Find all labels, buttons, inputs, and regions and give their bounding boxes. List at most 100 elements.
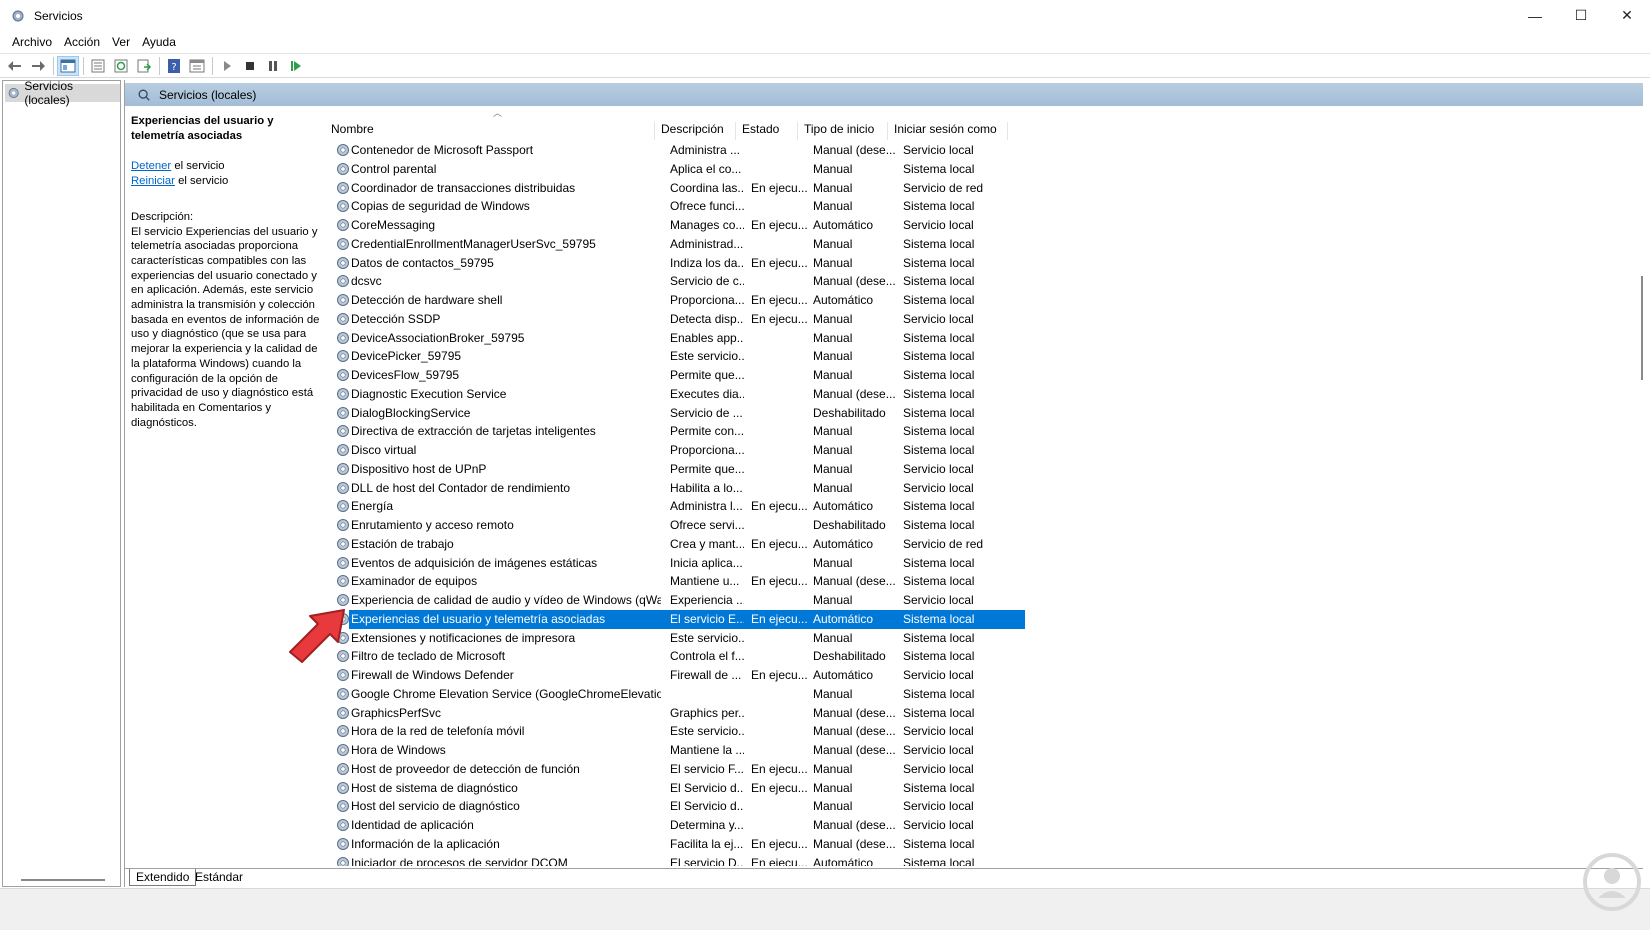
menu-accion[interactable]: Acción bbox=[58, 35, 106, 49]
menu-bar: Archivo Acción Ver Ayuda bbox=[0, 31, 1650, 52]
cell-status: En ejecu... bbox=[751, 780, 807, 795]
table-row[interactable]: Detección de hardware shell Proporciona..… bbox=[325, 291, 1025, 310]
table-row[interactable]: DialogBlockingService Servicio de ... Desh… bbox=[325, 404, 1025, 423]
table-row[interactable]: Contenedor de Microsoft Passport Administ… bbox=[325, 141, 1025, 160]
cell-status: En ejecu... bbox=[751, 293, 807, 307]
tab-estandar[interactable]: Estándar bbox=[189, 869, 249, 886]
table-row[interactable]: Dispositivo host de UPnP Permite que... Ma… bbox=[325, 460, 1025, 479]
forward-icon[interactable] bbox=[27, 56, 49, 76]
service-gear-icon bbox=[337, 406, 349, 419]
table-row[interactable]: Disco virtual Proporciona... Manual Sistema… bbox=[325, 441, 1025, 460]
cell-startup: Automático bbox=[813, 668, 874, 682]
table-row[interactable]: Firewall de Windows Defender Firewall de … bbox=[325, 666, 1025, 685]
stop-service-link[interactable]: Detener bbox=[131, 160, 171, 172]
stop-icon[interactable] bbox=[239, 56, 261, 76]
cell-name: Extensiones y notificaciones de impresor… bbox=[351, 630, 576, 645]
pause-icon[interactable] bbox=[262, 56, 284, 76]
cell-startup: Manual (dese... bbox=[813, 705, 896, 720]
table-row[interactable]: DeviceAssociationBroker_59795 Enables app… bbox=[325, 329, 1025, 348]
help-icon[interactable]: ? bbox=[163, 56, 185, 76]
service-gear-icon bbox=[337, 294, 349, 306]
tab-extendido[interactable]: Extendido bbox=[129, 869, 197, 886]
table-row[interactable]: DevicePicker_59795 Este servicio... Manual… bbox=[325, 347, 1025, 366]
sort-ascending-icon: ︿ bbox=[493, 108, 503, 118]
maximize-button[interactable]: ☐ bbox=[1558, 0, 1604, 31]
table-row[interactable]: Control parental Aplica el co... Manual Sis… bbox=[325, 160, 1025, 179]
table-row[interactable]: Google Chrome Elevation Service (GoogleC… bbox=[325, 685, 1025, 704]
cell-startup: Manual bbox=[813, 555, 853, 570]
menu-archivo[interactable]: Archivo bbox=[6, 35, 58, 49]
cell-name: Datos de contactos_59795 bbox=[351, 255, 494, 270]
table-row[interactable]: CoreMessaging Manages co... En ejecu... Aut… bbox=[325, 216, 1025, 235]
minimize-button[interactable]: — bbox=[1512, 0, 1558, 31]
column-header-startup[interactable]: Tipo de inicio bbox=[798, 122, 888, 140]
table-row[interactable]: Experiencia de calidad de audio y vídeo … bbox=[325, 591, 1025, 610]
cell-name: Identidad de aplicación bbox=[351, 818, 474, 832]
restart-service-link[interactable]: Reiniciar bbox=[131, 175, 175, 187]
table-row[interactable]: Filtro de teclado de Microsoft Controla e… bbox=[325, 647, 1025, 666]
table-row[interactable]: Datos de contactos_59795 Indiza los da...… bbox=[325, 254, 1025, 273]
cell-logon: Sistema local bbox=[903, 705, 975, 720]
service-actions: Detener el servicio Reiniciar el servici… bbox=[131, 159, 327, 188]
column-header-description[interactable]: Descripción bbox=[655, 122, 736, 140]
tree-item-services-local[interactable]: Servicios (locales) bbox=[5, 79, 120, 107]
table-row[interactable]: Hora de Windows Mantiene la ... Manual (de… bbox=[325, 741, 1025, 760]
table-row[interactable]: Hora de la red de telefonía móvil Este se… bbox=[325, 722, 1025, 741]
table-row[interactable]: Diagnostic Execution Service Executes dia… bbox=[325, 385, 1025, 404]
table-row[interactable]: Estación de trabajo Crea y mant... En ejec… bbox=[325, 535, 1025, 554]
refresh-icon[interactable] bbox=[110, 56, 132, 76]
table-row[interactable]: Examinador de equipos Mantiene u... En eje… bbox=[325, 572, 1025, 591]
cell-logon: Servicio local bbox=[903, 461, 974, 476]
export-icon[interactable] bbox=[133, 56, 155, 76]
table-row[interactable]: Copias de seguridad de Windows Ofrece fun… bbox=[325, 197, 1025, 216]
cell-description: Crea y mant... bbox=[670, 536, 744, 551]
table-row[interactable]: GraphicsPerfSvc Graphics per... Manual (de… bbox=[325, 704, 1025, 723]
table-row[interactable]: Host del servicio de diagnóstico El Servi… bbox=[325, 797, 1025, 816]
back-icon[interactable] bbox=[4, 56, 26, 76]
column-header-status[interactable]: Estado bbox=[736, 122, 798, 140]
menu-ver[interactable]: Ver bbox=[106, 35, 136, 49]
table-row[interactable]: Host de sistema de diagnóstico El Servici… bbox=[325, 779, 1025, 798]
vertical-scrollbar[interactable] bbox=[1635, 110, 1649, 865]
tree-horizontal-scrollbar[interactable] bbox=[21, 879, 105, 881]
scrollbar-thumb[interactable] bbox=[1641, 276, 1643, 380]
properties-icon[interactable] bbox=[87, 56, 109, 76]
table-row[interactable]: Coordinador de transacciones distribuida… bbox=[325, 179, 1025, 198]
column-header-logon[interactable]: Iniciar sesión como bbox=[888, 122, 1008, 140]
table-row[interactable]: CredentialEnrollmentManagerUserSvc_59795… bbox=[325, 235, 1025, 254]
table-row[interactable]: dcsvc Servicio de c... Manual (dese... Sist… bbox=[325, 272, 1025, 291]
table-row[interactable]: Energía Administra l... En ejecu... Automát… bbox=[325, 497, 1025, 516]
service-gear-icon bbox=[337, 800, 349, 813]
cell-name: Enrutamiento y acceso remoto bbox=[351, 518, 514, 532]
table-row[interactable]: Información de la aplicación Facilita la … bbox=[325, 835, 1025, 854]
cell-name: Detección SSDP bbox=[351, 311, 441, 326]
table-row[interactable]: Directiva de extracción de tarjetas inte… bbox=[325, 422, 1025, 441]
table-row[interactable]: DLL de host del Contador de rendimiento H… bbox=[325, 479, 1025, 498]
cell-logon: Servicio local bbox=[903, 743, 974, 757]
menu-ayuda[interactable]: Ayuda bbox=[136, 35, 182, 49]
table-row[interactable]: Enrutamiento y acceso remoto Ofrece servi… bbox=[325, 516, 1025, 535]
cell-startup: Deshabilitado bbox=[813, 518, 886, 532]
table-row[interactable]: Detección SSDP Detecta disp... En ejecu...… bbox=[325, 310, 1025, 329]
table-row[interactable]: Iniciador de procesos de servidor DCOM El… bbox=[325, 854, 1025, 866]
show-tree-icon[interactable] bbox=[57, 55, 79, 76]
column-headers: ︿ Nombre Descripción Estado Tipo de inic… bbox=[325, 106, 1650, 140]
cell-status: En ejecu... bbox=[751, 218, 807, 232]
view-icon[interactable] bbox=[186, 56, 208, 76]
start-icon[interactable] bbox=[216, 56, 238, 76]
column-header-name[interactable]: Nombre bbox=[325, 122, 655, 140]
table-row[interactable]: Eventos de adquisición de imágenes estát… bbox=[325, 554, 1025, 573]
table-row[interactable]: Host de proveedor de detección de funció… bbox=[325, 760, 1025, 779]
cell-startup: Automático bbox=[813, 536, 874, 551]
table-row[interactable]: Extensiones y notificaciones de impresor… bbox=[325, 629, 1025, 648]
cell-name: Host de sistema de diagnóstico bbox=[351, 780, 518, 795]
resume-icon[interactable] bbox=[285, 56, 307, 76]
cell-status: En ejecu... bbox=[751, 611, 807, 626]
cell-description: Administrad... bbox=[670, 236, 744, 251]
close-button[interactable]: ✕ bbox=[1604, 0, 1650, 31]
table-row[interactable]: DevicesFlow_59795 Permite que... Manual Sis… bbox=[325, 366, 1025, 385]
table-row[interactable]: Experiencias del usuario y telemetría as… bbox=[325, 609, 1025, 629]
cell-startup: Manual bbox=[813, 443, 853, 457]
table-row[interactable]: Identidad de aplicación Determina y... Man… bbox=[325, 816, 1025, 835]
cell-description: Coordina las... bbox=[670, 180, 744, 195]
